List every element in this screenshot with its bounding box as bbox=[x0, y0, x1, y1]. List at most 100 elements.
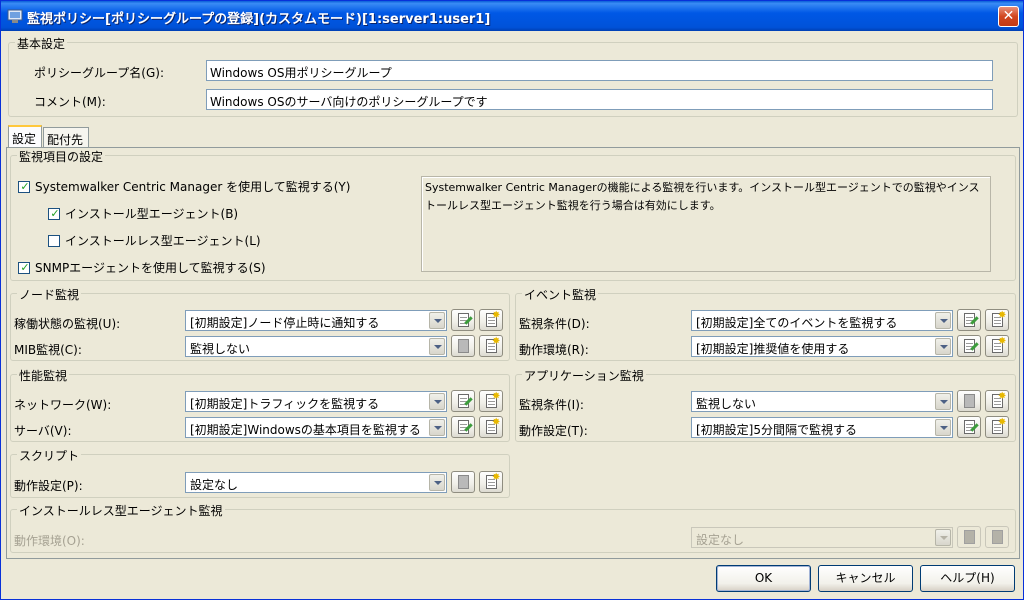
node-status-label: 稼働状態の監視(U): bbox=[14, 317, 121, 331]
chevron-down-icon[interactable] bbox=[935, 529, 951, 546]
new-button[interactable]: ✸ bbox=[479, 335, 503, 357]
install-agent-checkbox[interactable]: インストール型エージェント(B) bbox=[48, 205, 238, 222]
document-icon bbox=[964, 394, 975, 408]
event-condition-label: 監視条件(D): bbox=[519, 317, 590, 331]
edit-button[interactable] bbox=[957, 526, 981, 548]
edit-button[interactable] bbox=[451, 335, 475, 357]
edit-button[interactable] bbox=[451, 471, 475, 493]
server-label: サーバ(V): bbox=[14, 424, 72, 438]
new-button[interactable]: ✸ bbox=[479, 309, 503, 331]
edit-button[interactable] bbox=[957, 335, 981, 357]
new-button[interactable]: ✸ bbox=[985, 335, 1009, 357]
document-icon bbox=[458, 339, 469, 353]
ok-button[interactable]: OK bbox=[716, 565, 811, 592]
cancel-button[interactable]: キャンセル bbox=[818, 565, 913, 592]
node-status-select[interactable]: [初期設定]ノード停止時に通知する bbox=[185, 310, 447, 331]
app-condition-select[interactable]: 監視しない bbox=[691, 391, 953, 412]
scm-checkbox[interactable]: Systemwalker Centric Manager を使用して監視する(Y… bbox=[18, 178, 350, 195]
node-status-value: [初期設定]ノード停止時に通知する bbox=[190, 316, 380, 330]
star-icon: ✸ bbox=[492, 391, 501, 402]
title-bar[interactable]: 監視ポリシー[ポリシーグループの登録](カスタムモード)[1:server1:u… bbox=[1, 1, 1023, 31]
edit-button[interactable] bbox=[957, 390, 981, 412]
checkbox-unchecked-icon bbox=[48, 235, 60, 247]
event-environment-select[interactable]: [初期設定]推奨値を使用する bbox=[691, 336, 953, 357]
application-monitor-title: アプリケーション監視 bbox=[522, 367, 646, 384]
mib-monitor-label: MIB監視(C): bbox=[14, 343, 82, 357]
tab-settings[interactable]: 設定 bbox=[8, 125, 42, 148]
performance-monitor-title: 性能監視 bbox=[17, 367, 70, 384]
server-select[interactable]: [初期設定]Windowsの基本項目を監視する bbox=[185, 417, 447, 438]
document-icon bbox=[964, 530, 975, 544]
app-operation-value: [初期設定]5分間隔で監視する bbox=[696, 423, 857, 437]
scm-checkbox-label: Systemwalker Centric Manager を使用して監視する(Y… bbox=[35, 180, 351, 194]
new-document-icon bbox=[992, 530, 1003, 544]
checkbox-checked-icon bbox=[18, 262, 31, 274]
app-condition-value: 監視しない bbox=[696, 397, 757, 411]
checkbox-checked-icon bbox=[18, 181, 31, 193]
star-icon: ✸ bbox=[492, 310, 501, 321]
edit-button[interactable] bbox=[451, 416, 475, 438]
chevron-down-icon[interactable] bbox=[429, 312, 445, 329]
installless-environment-select[interactable]: 設定なし bbox=[691, 527, 953, 548]
document-icon bbox=[458, 475, 469, 489]
policy-group-name-input[interactable]: Windows OS用ポリシーグループ bbox=[206, 60, 993, 81]
network-value: [初期設定]トラフィックを監視する bbox=[190, 397, 380, 411]
chevron-down-icon[interactable] bbox=[935, 338, 951, 355]
tab-distribution[interactable]: 配付先 bbox=[43, 127, 89, 148]
star-icon: ✸ bbox=[492, 472, 501, 483]
installless-environment-label: 動作環境(O): bbox=[14, 534, 85, 548]
app-operation-label: 動作設定(T): bbox=[519, 424, 588, 438]
chevron-down-icon[interactable] bbox=[429, 338, 445, 355]
chevron-down-icon[interactable] bbox=[935, 419, 951, 436]
monitoring-items-title: 監視項目の設定 bbox=[17, 148, 106, 165]
installless-monitor-title: インストールレス型エージェント監視 bbox=[17, 502, 225, 519]
new-button[interactable] bbox=[985, 526, 1009, 548]
new-button[interactable]: ✸ bbox=[985, 309, 1009, 331]
star-icon: ✸ bbox=[492, 336, 501, 347]
policy-dialog: 監視ポリシー[ポリシーグループの登録](カスタムモード)[1:server1:u… bbox=[0, 0, 1024, 600]
install-agent-checkbox-label: インストール型エージェント(B) bbox=[65, 207, 239, 221]
chevron-down-icon[interactable] bbox=[429, 393, 445, 410]
event-environment-label: 動作環境(R): bbox=[519, 343, 589, 357]
app-operation-select[interactable]: [初期設定]5分間隔で監視する bbox=[691, 417, 953, 438]
installless-agent-checkbox-label: インストールレス型エージェント(L) bbox=[65, 234, 261, 248]
edit-button[interactable] bbox=[957, 309, 981, 331]
edit-button[interactable] bbox=[451, 390, 475, 412]
chevron-down-icon[interactable] bbox=[429, 419, 445, 436]
snmp-checkbox-label: SNMPエージェントを使用して監視する(S) bbox=[35, 261, 266, 275]
star-icon: ✸ bbox=[998, 391, 1007, 402]
snmp-checkbox[interactable]: SNMPエージェントを使用して監視する(S) bbox=[18, 259, 266, 276]
close-icon[interactable]: ✕ bbox=[998, 6, 1019, 27]
edit-button[interactable] bbox=[451, 309, 475, 331]
comment-input[interactable]: Windows OSのサーバ向けのポリシーグループです bbox=[206, 89, 993, 110]
event-condition-select[interactable]: [初期設定]全てのイベントを監視する bbox=[691, 310, 953, 331]
installless-agent-checkbox[interactable]: インストールレス型エージェント(L) bbox=[48, 232, 261, 249]
star-icon: ✸ bbox=[492, 417, 501, 428]
window-title: 監視ポリシー[ポリシーグループの登録](カスタムモード)[1:server1:u… bbox=[27, 12, 491, 27]
script-operation-label: 動作設定(P): bbox=[14, 479, 83, 493]
policy-group-name-label: ポリシーグループ名(G): bbox=[34, 66, 164, 80]
chevron-down-icon[interactable] bbox=[935, 312, 951, 329]
star-icon: ✸ bbox=[998, 417, 1007, 428]
event-environment-value: [初期設定]推奨値を使用する bbox=[696, 342, 850, 356]
network-label: ネットワーク(W): bbox=[14, 398, 112, 412]
star-icon: ✸ bbox=[998, 336, 1007, 347]
installless-environment-value: 設定なし bbox=[696, 533, 745, 547]
script-operation-value: 設定なし bbox=[190, 478, 239, 492]
node-monitor-title: ノード監視 bbox=[17, 286, 82, 303]
description-box: Systemwalker Centric Managerの機能による監視を行いま… bbox=[421, 176, 991, 272]
chevron-down-icon[interactable] bbox=[429, 474, 445, 491]
script-operation-select[interactable]: 設定なし bbox=[185, 472, 447, 493]
help-button[interactable]: ヘルプ(H) bbox=[920, 565, 1015, 592]
new-button[interactable]: ✸ bbox=[985, 390, 1009, 412]
new-button[interactable]: ✸ bbox=[479, 416, 503, 438]
comment-label: コメント(M): bbox=[34, 95, 106, 109]
mib-monitor-value: 監視しない bbox=[190, 342, 251, 356]
new-button[interactable]: ✸ bbox=[479, 471, 503, 493]
edit-button[interactable] bbox=[957, 416, 981, 438]
mib-monitor-select[interactable]: 監視しない bbox=[185, 336, 447, 357]
new-button[interactable]: ✸ bbox=[985, 416, 1009, 438]
new-button[interactable]: ✸ bbox=[479, 390, 503, 412]
network-select[interactable]: [初期設定]トラフィックを監視する bbox=[185, 391, 447, 412]
chevron-down-icon[interactable] bbox=[935, 393, 951, 410]
